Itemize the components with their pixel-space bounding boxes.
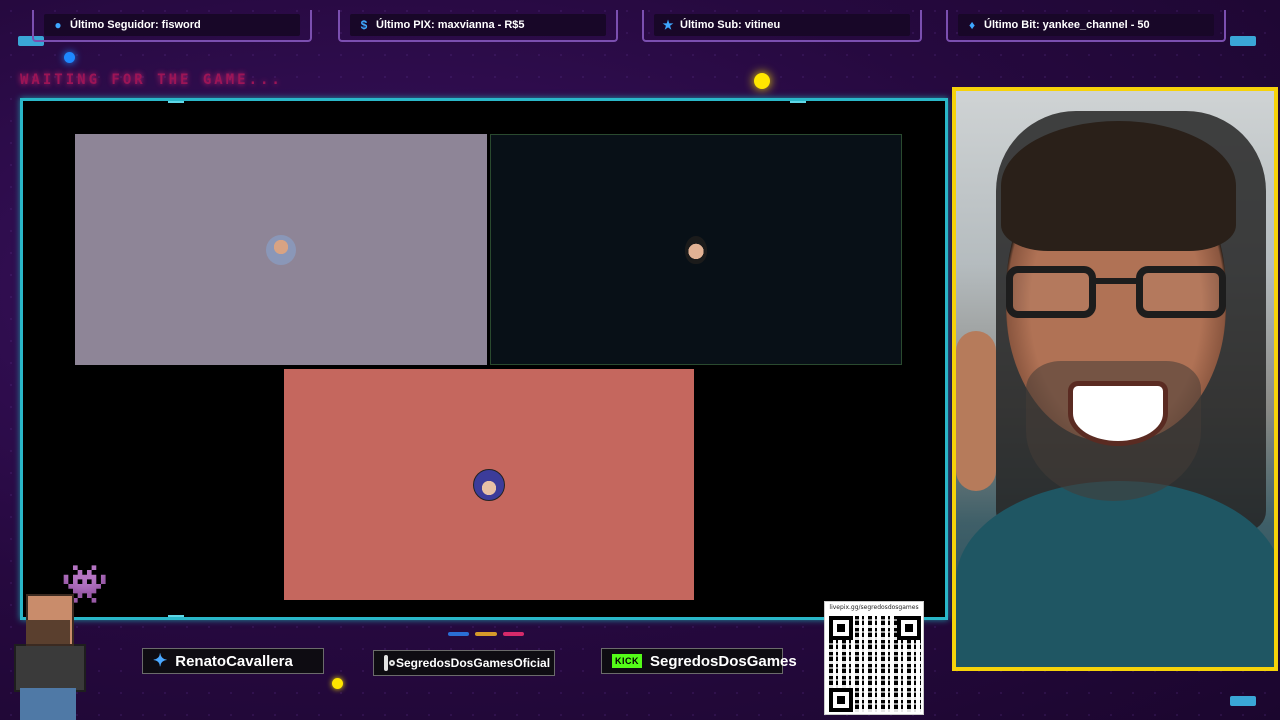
webcam-glasses	[1006, 266, 1226, 326]
frame-decoration	[790, 101, 806, 103]
pixel-avatar-character	[4, 594, 90, 720]
webcam-feed	[952, 87, 1278, 671]
webcam-shirt	[956, 481, 1274, 667]
frame-decoration	[168, 101, 184, 103]
corner-decoration	[1230, 696, 1256, 706]
avatar	[473, 468, 505, 501]
decorative-dot	[754, 73, 770, 89]
dollar-icon: $	[360, 18, 368, 32]
instagram-icon	[384, 655, 395, 671]
twitter-handle-text: RenatoCavallera	[175, 652, 293, 670]
participant-tile[interactable]	[75, 134, 487, 365]
twitter-handle[interactable]: ✦ RenatoCavallera	[142, 648, 324, 674]
corner-decoration	[1230, 36, 1256, 46]
last-sub-box: ★ Último Sub: vitineu	[642, 10, 922, 42]
last-follower-text: Último Seguidor: fisword	[70, 19, 201, 31]
qr-pattern	[829, 616, 921, 712]
participant-tile[interactable]	[284, 369, 694, 600]
instagram-handle[interactable]: SegredosDosGamesOficial	[373, 650, 555, 676]
last-sub-text: Último Sub: vitineu	[680, 19, 781, 31]
webcam-hair	[1001, 121, 1236, 251]
last-pix-text: Último PIX: maxvianna - R$5	[376, 19, 525, 31]
top-info-bar: ● Último Seguidor: fisword $ Último PIX:…	[0, 0, 1280, 48]
kick-handle-text: SegredosDosGames	[650, 652, 797, 670]
last-bit-text: Último Bit: yankee_channel - 50	[984, 19, 1150, 31]
decorative-dot	[64, 52, 75, 63]
waiting-status-text: WAITING FOR THE GAME...	[20, 72, 283, 88]
livepix-qr-code[interactable]: livepix.gg/segredosdosgames	[824, 601, 924, 715]
game-capture-frame	[20, 98, 948, 620]
user-icon: ●	[54, 18, 62, 32]
decorative-dot	[332, 678, 343, 689]
bottom-decoration	[448, 632, 524, 636]
diamond-icon: ♦	[968, 18, 976, 32]
avatar	[266, 234, 296, 265]
participant-tile[interactable]	[490, 134, 902, 365]
instagram-handle-text: SegredosDosGamesOficial	[396, 656, 551, 670]
last-bit-box: ♦ Último Bit: yankee_channel - 50	[946, 10, 1226, 42]
qr-url-text: livepix.gg/segredosdosgames	[829, 604, 919, 611]
twitter-icon: ✦	[153, 651, 168, 670]
webcam-mouth	[1068, 381, 1168, 446]
webcam-hand	[956, 331, 996, 491]
last-pix-box: $ Último PIX: maxvianna - R$5	[338, 10, 618, 42]
last-follower-box: ● Último Seguidor: fisword	[32, 10, 312, 42]
kick-icon: KICK	[612, 654, 642, 668]
frame-decoration	[168, 615, 184, 617]
avatar	[685, 235, 707, 264]
kick-handle[interactable]: KICK SegredosDosGames	[601, 648, 797, 674]
star-icon: ★	[662, 18, 674, 32]
